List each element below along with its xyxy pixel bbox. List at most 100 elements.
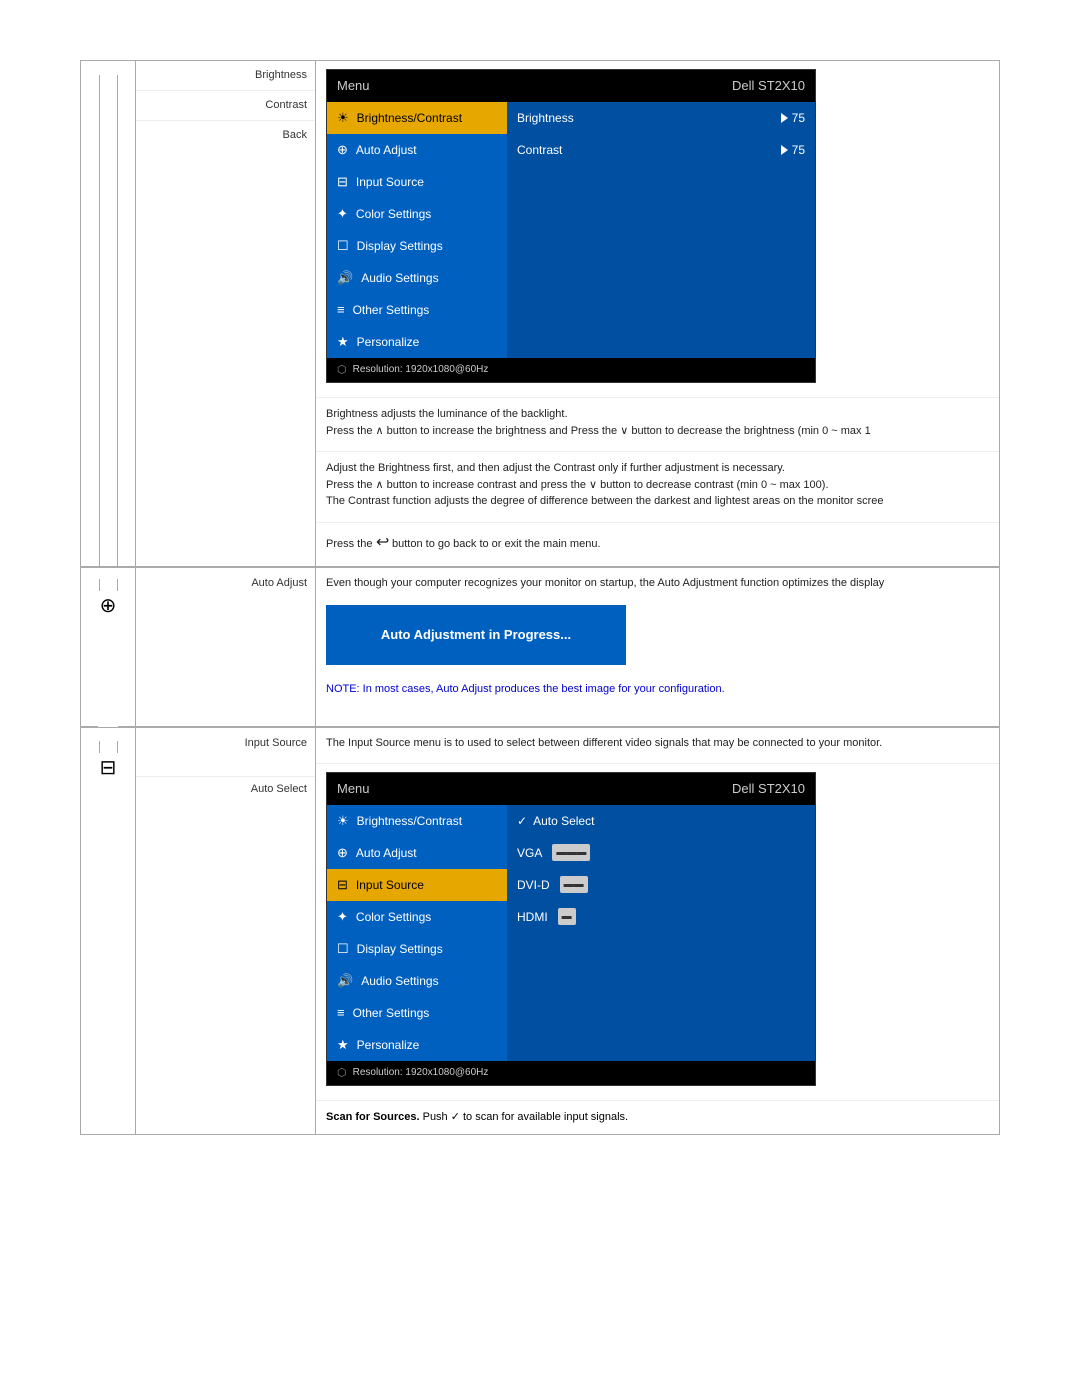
input-source-desc-cell: The Input Source menu is to used to sele…: [316, 727, 999, 765]
osd-footer-input: ⬡ Resolution: 1920x1080@60Hz: [327, 1061, 815, 1086]
osd-row-other-b[interactable]: ≡ Other Settings: [327, 294, 815, 326]
contrast-description: Adjust the Brightness first, and then ad…: [316, 452, 999, 523]
osd-row-os-input[interactable]: ≡ Other Settings: [327, 997, 815, 1029]
osd-right-ds-input: [507, 933, 815, 965]
osd-right-hdmi: HDMI ▬: [507, 901, 815, 933]
auto-select-desc-cell: Scan for Sources. Push ✓ to scan for ava…: [316, 1101, 999, 1134]
osd-left-color-b: ✦ Color Settings: [327, 198, 507, 230]
osd-right-os-input: [507, 997, 815, 1029]
auto-adjust-icon: ⊕: [98, 591, 119, 727]
osd-row-auto-adjust-b[interactable]: ⊕ Auto Adjust Contrast 75: [327, 134, 815, 166]
osd-left-personalize-b: ★ Personalize: [327, 326, 507, 358]
osd-header-brightness: Menu Dell ST2X10: [327, 70, 815, 102]
osd-right-autoselect: ✓ Auto Select: [507, 805, 815, 837]
osd-row-as-input[interactable]: 🔊 Audio Settings: [327, 965, 815, 997]
osd-right-audio-b: [507, 262, 815, 294]
input-source-icon: ⊟: [98, 753, 119, 1134]
osd-right-brightness: Brightness 75: [507, 102, 815, 134]
osd-title-brightness: Menu: [337, 76, 370, 96]
osd-footer-icon-b: ⬡: [337, 362, 347, 379]
osd-icon-personalize-b: ★: [337, 332, 349, 352]
osd-left-cs-input: ✦ Color Settings: [327, 901, 507, 933]
content-col-brightness: Menu Dell ST2X10 ☀ Brightness/Contrast B…: [316, 61, 999, 567]
osd-row-aa-input[interactable]: ⊕ Auto Adjust VGA ▬▬▬: [327, 837, 815, 869]
osd-left-bc-input: ☀ Brightness/Contrast: [327, 805, 507, 837]
osd-left-os-input: ≡ Other Settings: [327, 997, 507, 1029]
osd-right-contrast: Contrast 75: [507, 134, 815, 166]
osd-title-input: Menu: [337, 779, 370, 799]
osd-row-cs-input[interactable]: ✦ Color Settings HDMI ▬: [327, 901, 815, 933]
page-wrapper: Brightness Contrast Back Menu Dell ST2X1…: [0, 0, 1080, 1194]
osd-row-display-b[interactable]: ☐ Display Settings: [327, 230, 815, 262]
osd-right-personalize-b: [507, 326, 815, 358]
osd-menu-input: Menu Dell ST2X10 ☀ Brightness/Contrast ✓…: [326, 772, 816, 1086]
hdmi-connector-icon: ▬: [558, 908, 576, 925]
checkmark-icon: ✓: [517, 812, 527, 830]
osd-row-input-b[interactable]: ⊟ Input Source: [327, 166, 815, 198]
osd-row-bc-input[interactable]: ☀ Brightness/Contrast ✓ Auto Select: [327, 805, 815, 837]
auto-adjust-note: NOTE: In most cases, Auto Adjust produce…: [326, 681, 989, 698]
label-auto-select-bottom: Auto Select: [136, 777, 315, 807]
osd-left-is-input: ⊟ Input Source: [327, 869, 507, 901]
label-contrast: Contrast: [136, 91, 315, 121]
contrast-desc-text: Adjust the Brightness first, and then ad…: [326, 460, 989, 510]
content-col-input: The Input Source menu is to used to sele…: [316, 727, 999, 1134]
label-back: Back: [136, 121, 315, 151]
label-col-auto: Auto Adjust: [136, 567, 316, 727]
osd-left-brightness-contrast: ☀ Brightness/Contrast: [327, 102, 507, 134]
osd-right-vga: VGA ▬▬▬: [507, 837, 815, 869]
osd-left-auto-adjust-b: ⊕ Auto Adjust: [327, 134, 507, 166]
osd-section-input: Menu Dell ST2X10 ☀ Brightness/Contrast ✓…: [316, 764, 999, 1101]
input-source-desc: The Input Source menu is to used to sele…: [326, 735, 989, 752]
osd-row-p-input[interactable]: ★ Personalize: [327, 1029, 815, 1061]
osd-left-aa-input: ⊕ Auto Adjust: [327, 837, 507, 869]
osd-icon-brightness: ☀: [337, 108, 349, 128]
osd-right-input-b: [507, 166, 815, 198]
auto-adjust-desc: Even though your computer recognizes you…: [326, 575, 989, 592]
osd-right-color-b: [507, 198, 815, 230]
section-input-source: ⊟ Input Source Auto Select The Input Sou…: [80, 726, 1000, 1135]
osd-icon-auto-b: ⊕: [337, 140, 348, 160]
back-arrow-icon: ↪: [376, 531, 389, 555]
auto-adjust-progress-box: Auto Adjustment in Progress...: [326, 605, 626, 665]
osd-footer-text-b: Resolution: 1920x1080@60Hz: [353, 362, 489, 377]
osd-left-input-b: ⊟ Input Source: [327, 166, 507, 198]
label-input-source: Input Source: [136, 727, 315, 777]
osd-right-dvid: DVI-D ▬▬: [507, 869, 815, 901]
osd-row-audio-b[interactable]: 🔊 Audio Settings: [327, 262, 815, 294]
osd-icon-audio-b: 🔊: [337, 268, 353, 288]
dvid-connector-icon: ▬▬: [560, 876, 588, 893]
label-col-input: Input Source Auto Select: [136, 727, 316, 1134]
label-brightness: Brightness: [136, 61, 315, 91]
osd-row-personalize-b[interactable]: ★ Personalize: [327, 326, 815, 358]
osd-right-as-input: [507, 965, 815, 997]
osd-right-display-b: [507, 230, 815, 262]
osd-row-brightness-contrast[interactable]: ☀ Brightness/Contrast Brightness 75: [327, 102, 815, 134]
osd-header-input: Menu Dell ST2X10: [327, 773, 815, 805]
icon-col-auto: ⊕: [81, 567, 136, 727]
osd-row-is-input[interactable]: ⊟ Input Source DVI-D ▬▬: [327, 869, 815, 901]
osd-row-ds-input[interactable]: ☐ Display Settings: [327, 933, 815, 965]
osd-menu-brightness: Menu Dell ST2X10 ☀ Brightness/Contrast B…: [326, 69, 816, 383]
osd-brand-input: Dell ST2X10: [732, 779, 805, 799]
section-brightness-contrast: Brightness Contrast Back Menu Dell ST2X1…: [80, 60, 1000, 568]
osd-icon-display-b: ☐: [337, 236, 349, 256]
osd-row-color-b[interactable]: ✦ Color Settings: [327, 198, 815, 230]
osd-icon-input-b: ⊟: [337, 172, 348, 192]
osd-brand-brightness: Dell ST2X10: [732, 76, 805, 96]
back-description: Press the ↪ button to go back to or exit…: [316, 523, 999, 567]
icon-col-brightness: [81, 61, 136, 567]
brightness-description: Brightness adjusts the luminance of the …: [316, 398, 999, 452]
osd-icon-other-b: ≡: [337, 300, 345, 320]
osd-footer-brightness: ⬡ Resolution: 1920x1080@60Hz: [327, 358, 815, 383]
content-col-auto: Even though your computer recognizes you…: [316, 567, 999, 727]
osd-right-p-input: [507, 1029, 815, 1061]
section-auto-adjust: ⊕ Auto Adjust Even though your computer …: [80, 566, 1000, 728]
arrow-icon-brightness: [781, 113, 788, 123]
auto-adjust-content: Even though your computer recognizes you…: [316, 567, 999, 727]
osd-icon-color-b: ✦: [337, 204, 348, 224]
osd-section-brightness: Menu Dell ST2X10 ☀ Brightness/Contrast B…: [316, 61, 999, 398]
osd-footer-text-input: Resolution: 1920x1080@60Hz: [353, 1065, 489, 1080]
scan-for-sources-label: Scan for Sources.: [326, 1111, 420, 1123]
osd-left-as-input: 🔊 Audio Settings: [327, 965, 507, 997]
